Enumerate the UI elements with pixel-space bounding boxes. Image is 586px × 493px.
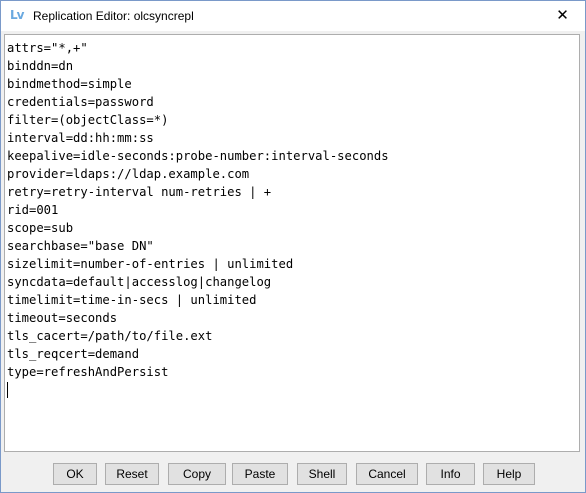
- window-title: Replication Editor: olcsyncrepl: [33, 9, 194, 23]
- help-button[interactable]: Help: [483, 463, 535, 485]
- editor-line: attrs="*,+": [7, 41, 88, 55]
- editor-line: syncdata=default|accesslog|changelog: [7, 275, 272, 289]
- editor-line: scope=sub: [7, 221, 74, 235]
- cancel-button[interactable]: Cancel: [356, 463, 418, 485]
- replication-text-area[interactable]: attrs="*,+" binddn=dn bindmethod=simple …: [4, 34, 580, 452]
- editor-line: searchbase="base DN": [7, 239, 154, 253]
- editor-line: keepalive=idle-seconds:probe-number:inte…: [7, 149, 389, 163]
- title-bar[interactable]: Lv Replication Editor: olcsyncrepl ✕: [1, 1, 585, 31]
- text-caret: [7, 382, 8, 398]
- reset-button[interactable]: Reset: [105, 463, 159, 485]
- editor-line: provider=ldaps://ldap.example.com: [7, 167, 250, 181]
- ok-button[interactable]: OK: [53, 463, 97, 485]
- app-logo-icon: Lv: [10, 8, 25, 22]
- text-cursor-line: [7, 381, 579, 399]
- editor-line: sizelimit=number-of-entries | unlimited: [7, 257, 294, 271]
- close-window-button[interactable]: ✕: [540, 1, 585, 30]
- editor-line: timelimit=time-in-secs | unlimited: [7, 293, 257, 307]
- info-button[interactable]: Info: [426, 463, 475, 485]
- shell-button[interactable]: Shell: [297, 463, 347, 485]
- editor-line: tls_cacert=/path/to/file.ext: [7, 329, 213, 343]
- editor-line: tls_reqcert=demand: [7, 347, 140, 361]
- editor-line: credentials=password: [7, 95, 154, 109]
- editor-line: filter=(objectClass=*): [7, 113, 169, 127]
- editor-line: type=refreshAndPersist: [7, 365, 169, 379]
- editor-line: rid=001: [7, 203, 59, 217]
- editor-line: binddn=dn: [7, 59, 74, 73]
- replication-editor-window: Lv Replication Editor: olcsyncrepl ✕ att…: [0, 0, 586, 493]
- copy-button[interactable]: Copy: [168, 463, 226, 485]
- editor-line: timeout=seconds: [7, 311, 118, 325]
- editor-line: bindmethod=simple: [7, 77, 132, 91]
- button-bar: OK Reset Copy Paste Shell Cancel Info He…: [1, 463, 585, 485]
- editor-line: interval=dd:hh:mm:ss: [7, 131, 154, 145]
- paste-button[interactable]: Paste: [232, 463, 288, 485]
- editor-line: retry=retry-interval num-retries | +: [7, 185, 272, 199]
